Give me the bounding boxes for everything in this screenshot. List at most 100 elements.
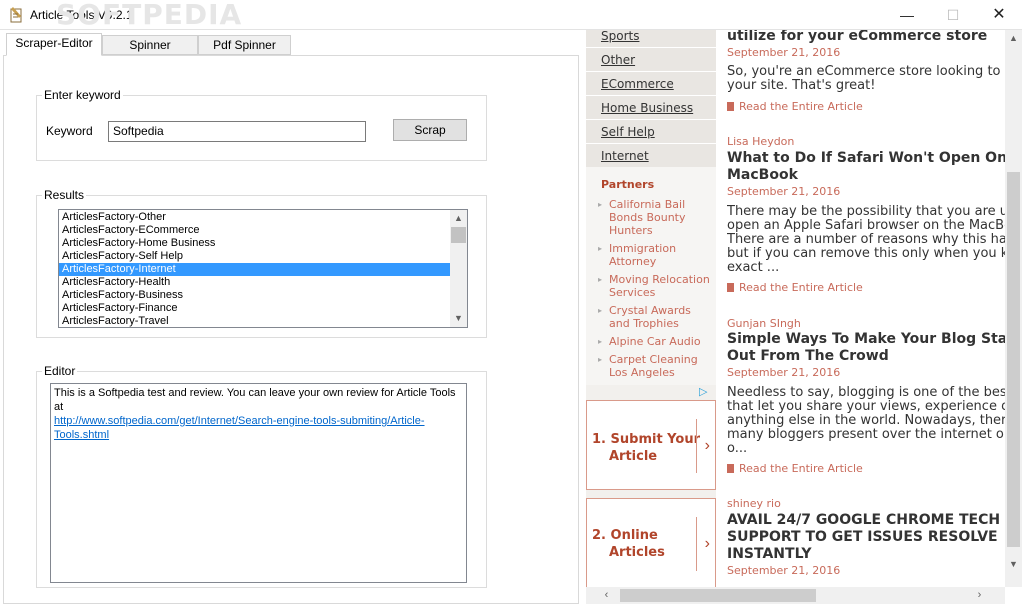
article-date: September 21, 2016 [727,366,841,379]
read-more-link[interactable]: Read the Entire Article [727,100,863,113]
chevron-right-icon: › [696,517,710,571]
article-title[interactable]: What to Do If Safari Won't Open On [727,150,1005,167]
editor-link-end[interactable]: Tools.shtml [54,429,109,441]
maximize-button[interactable]: ☐ [930,0,976,30]
ad-text: 1. Submit Your Article [592,432,700,464]
app-icon [10,7,22,23]
scroll-right-icon[interactable]: › [971,587,988,604]
softpedia-watermark: SOFTPEDIA [56,0,243,31]
web-browser: Sports Other ECommerce Home Business Sel… [586,30,1022,604]
keyword-input[interactable]: Softpedia [108,121,366,142]
article-excerpt: exact ... [727,260,780,275]
article-title[interactable]: INSTANTLY [727,546,811,563]
article-date: September 21, 2016 [727,564,841,577]
list-item[interactable]: ArticlesFactory-Travel [59,315,450,328]
partner-link[interactable]: ▸ California Bail Bonds Bounty Hunters [598,198,714,237]
scroll-thumb[interactable] [1007,172,1020,547]
bullet-icon: ▸ [598,200,603,209]
bullet-icon: ▸ [598,306,603,315]
bullet-icon: ▸ [598,244,603,253]
tab-spinner[interactable]: Spinner [102,35,198,55]
results-list: ArticlesFactory-Other ArticlesFactory-EC… [59,210,467,328]
read-more-link[interactable]: Read the Entire Article [727,462,863,475]
results-listbox[interactable]: ArticlesFactory-Other ArticlesFactory-EC… [58,209,468,328]
scroll-down-icon[interactable]: ▼ [1005,556,1022,573]
partner-link[interactable]: ▸ Carpet Cleaning Los Angeles [598,353,714,379]
scrap-button[interactable]: Scrap [393,119,467,141]
adchoices-icon[interactable]: ▷ [699,385,715,398]
editor-link[interactable]: http://www.softpedia.com/get/Internet/Se… [54,415,425,427]
browser-vertical-scrollbar[interactable]: ▲ ▼ [1005,30,1022,587]
partner-link[interactable]: ▸ Alpine Car Audio [598,335,714,348]
category-link-other[interactable]: Other [586,48,716,72]
article-title[interactable]: Out From The Crowd [727,348,889,365]
scroll-down-icon[interactable]: ▼ [450,310,467,327]
ad-submit-article[interactable]: 1. Submit Your Article › [586,400,716,490]
article-excerpt: that let you share your views, experienc… [727,399,1005,414]
list-item[interactable]: ArticlesFactory-ECommerce [59,224,450,237]
bullet-icon: ▸ [598,337,603,346]
article-title[interactable]: AVAIL 24/7 GOOGLE CHROME TECH [727,512,1000,529]
list-item[interactable]: ArticlesFactory-Home Business [59,237,450,250]
article-excerpt: So, you're an eCommerce store looking to… [727,64,1005,79]
bullet-icon: ▸ [598,275,603,284]
article-title[interactable]: MacBook [727,167,798,184]
article-title[interactable]: Simple Ways To Make Your Blog Sta [727,331,1005,348]
article-author: Gunjan SIngh [727,317,801,330]
article-excerpt: many bloggers present over the internet … [727,427,1005,442]
article-excerpt: open an Apple Safari browser on the MacB… [727,218,1005,233]
partner-link[interactable]: ▸ Crystal Awards and Trophies [598,304,714,330]
read-more-link[interactable]: Read the Entire Article [727,281,863,294]
document-icon [727,102,734,111]
ad-text: 2. Online Articles [592,528,665,560]
scroll-thumb[interactable] [620,589,816,602]
article-excerpt: but if you can remove this only when you… [727,246,1005,261]
category-sidebar: Sports Other ECommerce Home Business Sel… [586,30,716,591]
list-item[interactable]: ArticlesFactory-Other [59,211,450,224]
partners-box: Partners ▸ California Bail Bonds Bounty Hu… [586,167,716,385]
title-bar: Article Tools V0.2.1 SOFTPEDIA — ☐ ✕ [0,0,1022,31]
keyword-group-title: Enter keyword [42,88,123,102]
partners-title: Partners [601,178,655,191]
list-item[interactable]: ArticlesFactory-Finance [59,302,450,315]
scroll-left-icon[interactable]: ‹ [598,587,615,604]
minimize-button[interactable]: — [884,0,930,30]
ad-online-articles[interactable]: 2. Online Articles › [586,498,716,588]
left-pane: Scraper-Editor Spinner Pdf Spinner Enter… [0,30,586,604]
scroll-up-icon[interactable]: ▲ [450,210,467,227]
tab-scraper-editor[interactable]: Scraper-Editor [6,33,102,56]
list-item[interactable]: ArticlesFactory-Business [59,289,450,302]
close-button[interactable]: ✕ [976,0,1022,30]
editor-textarea[interactable]: This is a Softpedia test and review. You… [50,383,467,583]
partner-link[interactable]: ▸ Immigration Attorney [598,242,714,268]
chevron-right-icon: › [696,419,710,473]
list-item-selected[interactable]: ArticlesFactory-Internet [59,263,450,276]
category-link-ecommerce[interactable]: ECommerce [586,72,716,96]
category-link-sports[interactable]: Sports [586,30,716,48]
scroll-up-icon[interactable]: ▲ [1005,30,1022,47]
article-title[interactable]: utilize for your eCommerce store [727,30,987,45]
article-author: shiney rio [727,497,781,510]
article-excerpt: There may be the possibility that you ar… [727,204,1005,219]
category-link-internet[interactable]: Internet [586,144,716,168]
tab-pdf-spinner[interactable]: Pdf Spinner [198,35,291,55]
results-scrollbar[interactable]: ▲ ▼ [450,210,467,327]
article-title[interactable]: SUPPORT TO GET ISSUES RESOLVE [727,529,998,546]
article-excerpt: your site. That's great! [727,78,876,93]
category-link-home-business[interactable]: Home Business [586,96,716,120]
list-item[interactable]: ArticlesFactory-Self Help [59,250,450,263]
list-item[interactable]: ArticlesFactory-Health [59,276,450,289]
scroll-thumb[interactable] [451,227,466,243]
keyword-label: Keyword [46,124,93,138]
results-group-title: Results [42,188,87,202]
article-date: September 21, 2016 [727,185,841,198]
article-excerpt: anything else in the world. Nowadays, th… [727,413,1005,428]
article-date: September 21, 2016 [727,46,841,59]
category-link-self-help[interactable]: Self Help [586,120,716,144]
article-author: Lisa Heydon [727,135,795,148]
article-excerpt: o... [727,441,748,456]
partner-link[interactable]: ▸ Moving Relocation Services [598,273,714,299]
document-icon [727,283,734,292]
browser-horizontal-scrollbar[interactable]: ‹ › [586,587,1005,604]
document-icon [727,464,734,473]
